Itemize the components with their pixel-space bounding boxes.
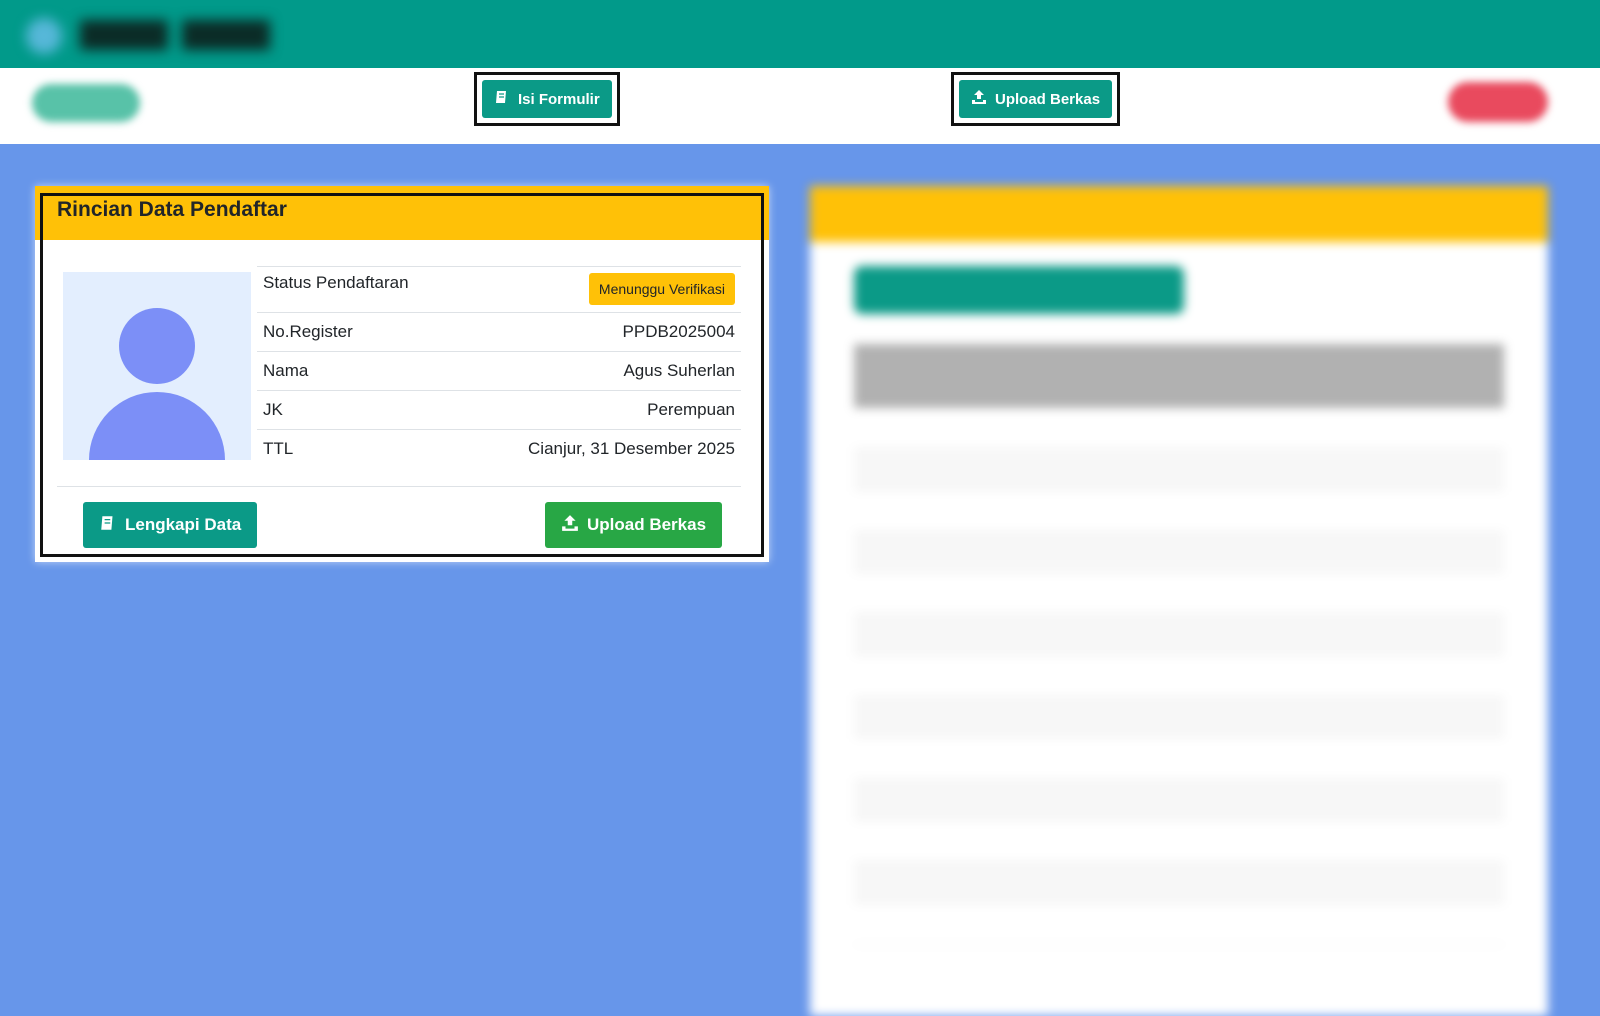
table-row (854, 862, 1504, 904)
table-row (854, 408, 1504, 450)
upload-icon (561, 514, 579, 537)
blurred-fee-table (854, 344, 1504, 985)
upload-berkas-button[interactable]: Upload Berkas (545, 502, 723, 548)
blurred-card-header (810, 186, 1548, 242)
upload-berkas-label: Upload Berkas (995, 90, 1101, 108)
table-row (854, 779, 1504, 821)
avatar (63, 272, 251, 460)
table-row (854, 697, 1504, 739)
site-logo[interactable] (22, 12, 272, 58)
table-row (854, 656, 1504, 698)
upload-berkas-nav-button[interactable]: Upload Berkas (959, 80, 1113, 118)
blurred-total-row (854, 945, 1504, 985)
logout-button[interactable] (1448, 82, 1548, 122)
info-row-jk: JK Perempuan (257, 390, 741, 429)
registrant-info-table: Status Pendaftaran Menunggu Verifikasi N… (257, 266, 741, 468)
isi-formulir-button[interactable]: Isi Formulir (482, 80, 612, 118)
info-label: JK (263, 400, 283, 419)
status-badge: Menunggu Verifikasi (588, 273, 735, 305)
table-row (854, 531, 1504, 574)
blurred-table-header (854, 344, 1504, 408)
blurred-tab[interactable] (1210, 266, 1510, 314)
table-row (854, 573, 1504, 615)
table-row (854, 904, 1504, 945)
book-icon (99, 514, 117, 537)
card-title: Rincian Data Pendaftar (57, 198, 287, 221)
info-label: Nama (263, 361, 309, 380)
card-divider (57, 486, 741, 487)
isi-formulir-label: Isi Formulir (518, 90, 600, 108)
lengkapi-data-label: Lengkapi Data (125, 515, 242, 534)
info-row-ttl: TTL Cianjur, 31 Desember 2025 (257, 429, 741, 468)
info-label: No.Register (263, 322, 353, 341)
fee-details-card-blurred (810, 186, 1548, 1016)
registrant-details-card: Rincian Data Pendaftar Status Pendaftara… (35, 186, 769, 562)
upload-berkas-card-label: Upload Berkas (587, 515, 707, 534)
book-icon (494, 89, 510, 109)
lengkapi-data-button[interactable]: Lengkapi Data (83, 502, 258, 548)
info-value: Agus Suherlan (623, 361, 735, 380)
info-value: Perempuan (647, 400, 735, 419)
table-row (854, 614, 1504, 656)
blurred-tab-active[interactable] (854, 266, 1184, 314)
table-row (854, 449, 1504, 491)
info-label: TTL (263, 439, 294, 458)
nav-home-button[interactable] (32, 84, 140, 122)
table-row (854, 821, 1504, 863)
table-row (854, 738, 1504, 780)
upload-icon (971, 89, 987, 109)
info-row-status: Status Pendaftaran Menunggu Verifikasi (257, 266, 741, 312)
info-row-register: No.Register PPDB2025004 (257, 312, 741, 351)
info-label: Status Pendaftaran (263, 273, 409, 292)
table-row (854, 491, 1504, 532)
info-value: PPDB2025004 (622, 322, 735, 341)
isi-formulir-focus-frame: Isi Formulir (474, 72, 620, 126)
top-bar (0, 0, 1600, 68)
info-value: Cianjur, 31 Desember 2025 (528, 439, 735, 458)
info-row-nama: Nama Agus Suherlan (257, 351, 741, 390)
navigation-bar: Isi Formulir Upload Berkas (0, 68, 1600, 144)
upload-berkas-focus-frame: Upload Berkas (951, 72, 1121, 126)
